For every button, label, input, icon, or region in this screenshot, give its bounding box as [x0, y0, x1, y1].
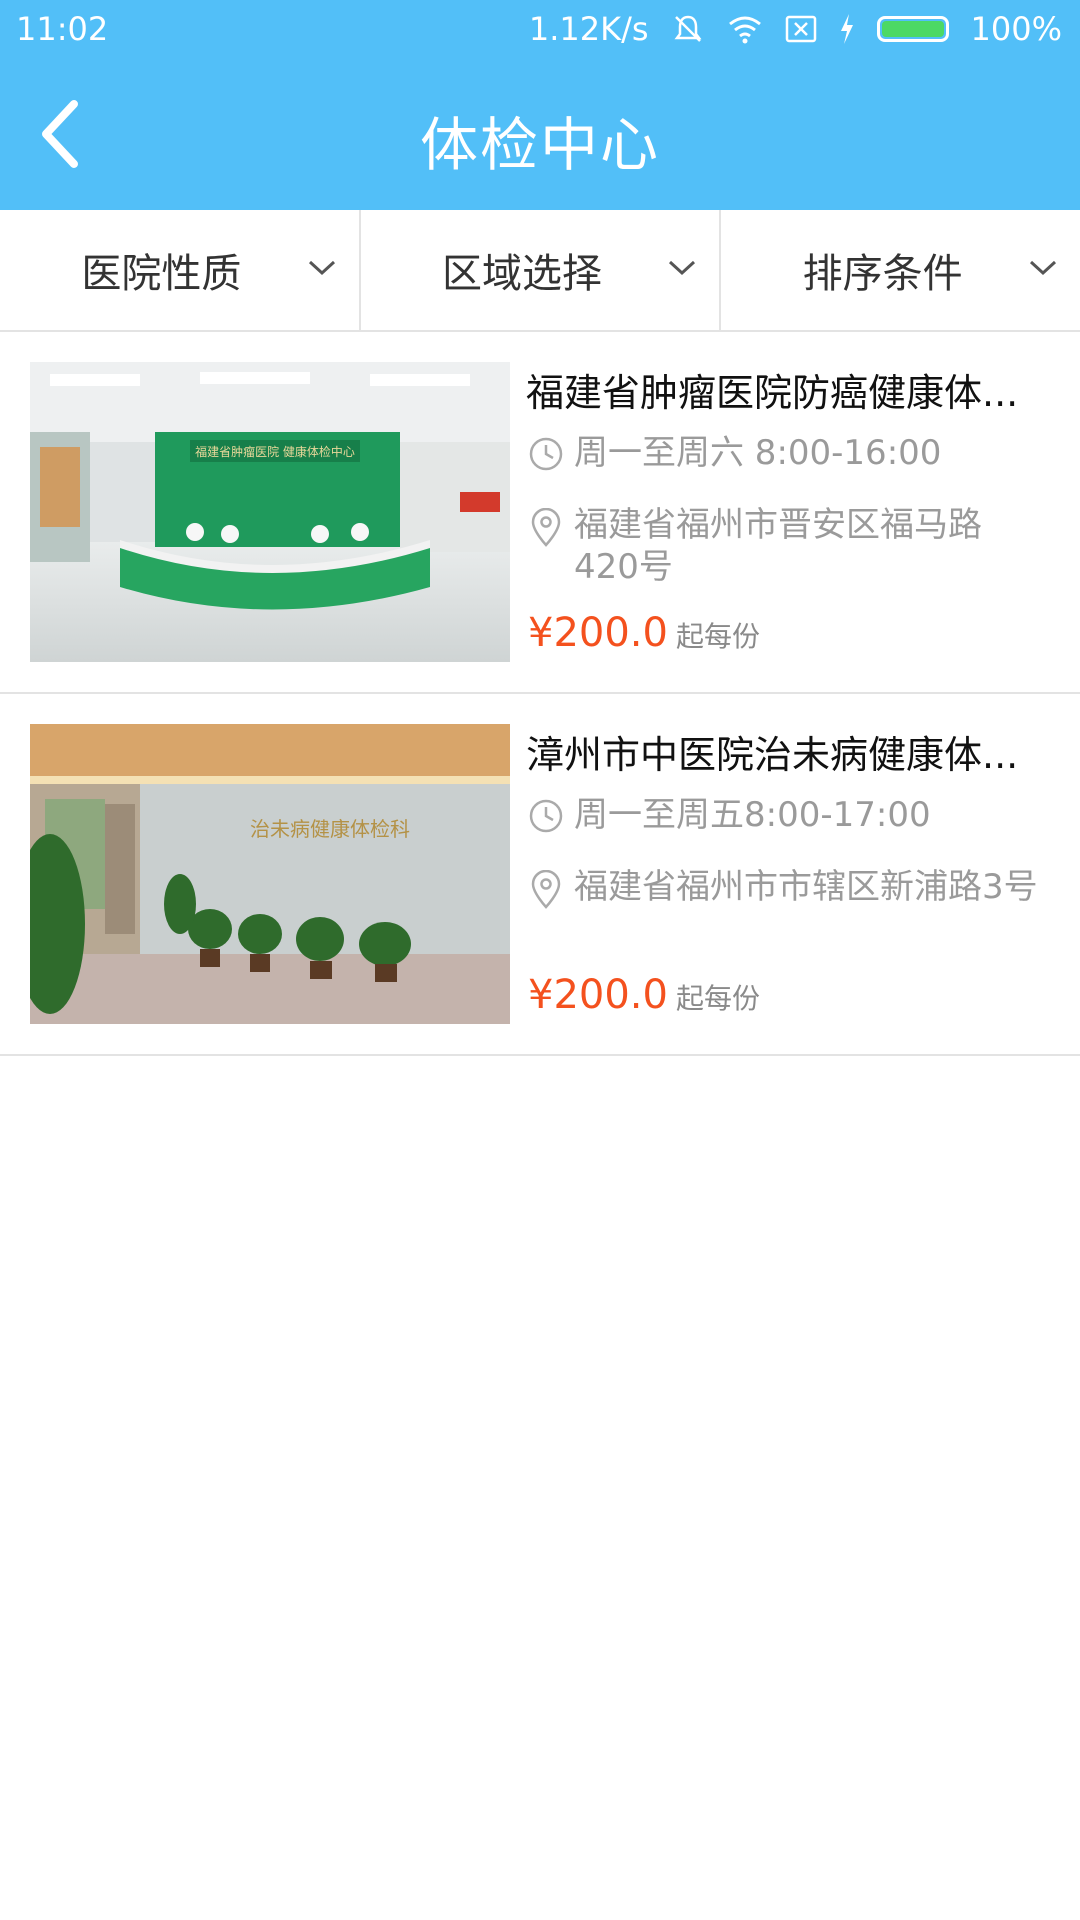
photo-sign-text: 治未病健康体检科 — [250, 817, 410, 841]
list-item[interactable]: 福建省肿瘤医院 健康体检中心 福建省肿瘤医院防癌健康体... 周一至周六 8:0… — [0, 332, 1080, 694]
price-unit: 起每份 — [675, 620, 760, 653]
chevron-down-icon — [1030, 260, 1057, 276]
center-price: ¥200.0 — [528, 610, 668, 656]
page-title: 体检中心 — [419, 111, 660, 179]
clock-icon — [529, 799, 563, 833]
battery-percent: 100% — [970, 10, 1062, 48]
center-address: 福建省福州市市辖区新浦路3号 — [574, 867, 1038, 907]
hours-row: 周一至周五8:00-17:00 — [526, 794, 1046, 836]
price-row: ¥200.0 起每份 — [528, 610, 760, 656]
status-bar: 11:02 1.12K/s 100% — [0, 0, 1080, 58]
center-photo: 福建省肿瘤医院 健康体检中心 — [30, 362, 510, 662]
nav-bar: 体检中心 — [0, 58, 1080, 210]
center-address: 福建省福州市晋安区福马路420号 — [574, 505, 982, 587]
clock-icon — [529, 437, 563, 471]
status-time: 11:02 — [16, 10, 109, 48]
network-speed: 1.12K/s — [528, 10, 649, 48]
list-item[interactable]: 治未病健康体检科 漳州市中医院治未病健康体... 周一至周五8:00-17:00… — [0, 694, 1080, 1056]
location-pin-icon — [531, 508, 561, 547]
filter-sort[interactable]: 排序条件 — [719, 210, 1080, 330]
filter-bar: 医院性质 区域选择 排序条件 — [0, 210, 1080, 332]
charging-icon — [840, 14, 853, 44]
price-unit: 起每份 — [675, 982, 760, 1015]
location-pin-icon — [531, 870, 561, 909]
photo-sign-text: 福建省肿瘤医院 健康体检中心 — [195, 444, 355, 459]
center-price: ¥200.0 — [528, 972, 668, 1018]
wifi-icon — [728, 16, 761, 44]
filter-region[interactable]: 区域选择 — [358, 210, 720, 330]
hours-row: 周一至周六 8:00-16:00 — [526, 432, 1046, 474]
filter-label: 区域选择 — [442, 251, 602, 297]
center-list: 福建省肿瘤医院 健康体检中心 福建省肿瘤医院防癌健康体... 周一至周六 8:0… — [0, 332, 1080, 1056]
chevron-down-icon — [308, 260, 335, 276]
filter-hospital-type[interactable]: 医院性质 — [0, 210, 359, 330]
address-row: 福建省福州市市辖区新浦路3号 — [526, 866, 1046, 910]
filter-label: 医院性质 — [81, 251, 242, 297]
battery-icon — [876, 16, 949, 42]
status-icons: 1.12K/s 100% — [529, 10, 1062, 48]
address-row: 福建省福州市晋安区福马路420号 — [526, 504, 1046, 588]
mute-icon — [674, 15, 702, 42]
center-hours: 周一至周六 8:00-16:00 — [574, 433, 942, 473]
center-name: 福建省肿瘤医院防癌健康体... — [526, 371, 1019, 415]
price-row: ¥200.0 起每份 — [528, 972, 760, 1018]
chevron-down-icon — [669, 260, 696, 276]
center-name: 漳州市中医院治未病健康体... — [526, 733, 1019, 777]
center-photo: 治未病健康体检科 — [30, 724, 510, 1024]
no-sim-icon — [785, 15, 816, 43]
filter-label: 排序条件 — [802, 251, 963, 297]
center-hours: 周一至周五8:00-17:00 — [574, 795, 931, 835]
